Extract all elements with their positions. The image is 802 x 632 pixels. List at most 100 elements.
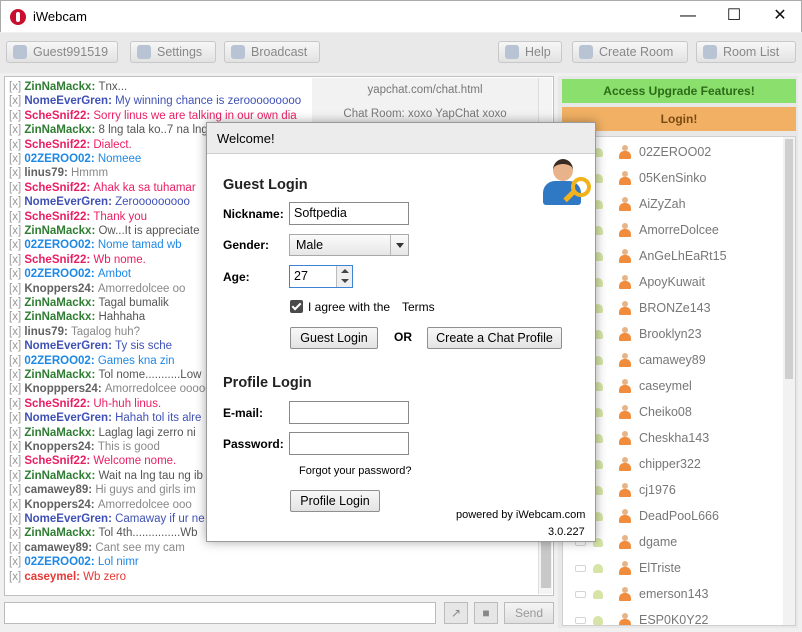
ignore-user-toggle[interactable]: [x] — [9, 196, 24, 208]
stepper-arrows-icon[interactable] — [336, 266, 352, 287]
ignore-user-toggle[interactable]: [x] — [9, 513, 24, 525]
user-list-item[interactable]: camawey89 — [563, 347, 783, 373]
guest-profile-button[interactable]: Guest991519 — [6, 41, 118, 63]
minimize-button[interactable]: — — [665, 1, 711, 32]
user-list-scrollbar[interactable] — [783, 137, 795, 625]
room-list-button[interactable]: Room List — [696, 41, 796, 63]
close-button[interactable]: ✕ — [757, 1, 802, 32]
user-list-item[interactable]: chipper322 — [563, 451, 783, 477]
ignore-user-toggle[interactable]: [x] — [9, 383, 24, 395]
user-list-item[interactable]: cj1976 — [563, 477, 783, 503]
guest-login-button[interactable]: Guest Login — [290, 327, 378, 349]
ignore-user-toggle[interactable]: [x] — [9, 311, 24, 323]
chat-username[interactable]: ZinNaMackx: — [24, 124, 98, 136]
chat-username[interactable]: 02ZEROO02: — [24, 239, 98, 251]
emoticon-button[interactable]: ■ — [474, 602, 498, 624]
ignore-user-toggle[interactable]: [x] — [9, 326, 24, 338]
chat-username[interactable]: ScheSnif22: — [24, 455, 93, 467]
user-list-item[interactable]: AnGeLhEaRt15 — [563, 243, 783, 269]
ignore-user-toggle[interactable]: [x] — [9, 254, 24, 266]
user-list-item[interactable]: 02ZEROO02 — [563, 139, 783, 165]
settings-button[interactable]: Settings — [130, 41, 216, 63]
chat-username[interactable]: ZinNaMackx: — [24, 225, 98, 237]
ignore-user-toggle[interactable]: [x] — [9, 470, 24, 482]
chat-username[interactable]: Knopppers24: — [24, 383, 105, 395]
ignore-user-toggle[interactable]: [x] — [9, 499, 24, 511]
chat-username[interactable]: ZinNaMackx: — [24, 81, 98, 93]
chat-username[interactable]: ZinNaMackx: — [24, 527, 98, 539]
chat-username[interactable]: ScheSnif22: — [24, 182, 93, 194]
user-list-item[interactable]: Brooklyn23 — [563, 321, 783, 347]
chat-username[interactable]: 02ZEROO02: — [24, 355, 98, 367]
chat-username[interactable]: NomeEverGren: — [24, 196, 115, 208]
chat-username[interactable]: NomeEverGren: — [24, 340, 115, 352]
ignore-user-toggle[interactable]: [x] — [9, 167, 24, 179]
ignore-user-toggle[interactable]: [x] — [9, 484, 24, 496]
ignore-user-toggle[interactable]: [x] — [9, 268, 24, 280]
chat-username[interactable]: ScheSnif22: — [24, 211, 93, 223]
ignore-user-toggle[interactable]: [x] — [9, 412, 24, 424]
help-button[interactable]: Help — [498, 41, 562, 63]
broadcast-button[interactable]: Broadcast — [224, 41, 320, 63]
chat-username[interactable]: NomeEverGren: — [24, 412, 115, 424]
chat-username[interactable]: Knoppers24: — [24, 499, 98, 511]
password-field[interactable] — [289, 432, 409, 455]
user-list-item[interactable]: AiZyZah — [563, 191, 783, 217]
ignore-user-toggle[interactable]: [x] — [9, 225, 24, 237]
ignore-user-toggle[interactable]: [x] — [9, 182, 24, 194]
ignore-user-toggle[interactable]: [x] — [9, 95, 24, 107]
chat-username[interactable]: ScheSnif22: — [24, 254, 93, 266]
chat-username[interactable]: ScheSnif22: — [24, 110, 93, 122]
maximize-button[interactable]: ☐ — [711, 1, 757, 32]
user-list-item[interactable]: Cheiko08 — [563, 399, 783, 425]
ignore-user-toggle[interactable]: [x] — [9, 542, 24, 554]
chat-username[interactable]: camawey89: — [24, 542, 95, 554]
ignore-user-toggle[interactable]: [x] — [9, 527, 24, 539]
upgrade-banner[interactable]: Access Upgrade Features! — [562, 79, 796, 103]
user-list-item[interactable]: AmorreDolcee — [563, 217, 783, 243]
forgot-password-link[interactable]: Forgot your password? — [299, 465, 412, 477]
ignore-user-toggle[interactable]: [x] — [9, 455, 24, 467]
nickname-field[interactable]: Softpedia — [289, 202, 409, 225]
chat-username[interactable]: Knoppers24: — [24, 441, 98, 453]
chat-username[interactable]: caseymel: — [24, 571, 83, 583]
user-list-item[interactable]: ApoyKuwait — [563, 269, 783, 295]
ignore-user-toggle[interactable]: [x] — [9, 81, 24, 93]
user-list-item[interactable]: BRONZe143 — [563, 295, 783, 321]
agree-checkbox[interactable] — [290, 300, 303, 313]
ignore-user-toggle[interactable]: [x] — [9, 369, 24, 381]
create-room-button[interactable]: Create Room — [572, 41, 688, 63]
user-list-item[interactable]: 05KenSinko — [563, 165, 783, 191]
chat-username[interactable]: 02ZEROO02: — [24, 153, 98, 165]
ignore-user-toggle[interactable]: [x] — [9, 239, 24, 251]
ignore-user-toggle[interactable]: [x] — [9, 441, 24, 453]
chat-username[interactable]: linus79: — [24, 326, 71, 338]
chat-username[interactable]: ZinNaMackx: — [24, 369, 98, 381]
chat-username[interactable]: ScheSnif22: — [24, 398, 93, 410]
user-list-item[interactable]: emerson143 — [563, 581, 783, 607]
email-field[interactable] — [289, 401, 409, 424]
chat-username[interactable]: linus79: — [24, 167, 71, 179]
user-list-item[interactable]: Cheskha143 — [563, 425, 783, 451]
ignore-user-toggle[interactable]: [x] — [9, 398, 24, 410]
user-list-item[interactable]: dgame — [563, 529, 783, 555]
ignore-user-toggle[interactable]: [x] — [9, 124, 24, 136]
ignore-user-toggle[interactable]: [x] — [9, 556, 24, 568]
chat-username[interactable]: ZinNaMackx: — [24, 427, 98, 439]
user-list-item[interactable]: ESP0K0Y22 — [563, 607, 783, 625]
chat-username[interactable]: ZinNaMackx: — [24, 311, 98, 323]
ignore-user-toggle[interactable]: [x] — [9, 571, 24, 583]
ignore-user-toggle[interactable]: [x] — [9, 297, 24, 309]
chat-username[interactable]: ZinNaMackx: — [24, 297, 98, 309]
ignore-user-toggle[interactable]: [x] — [9, 355, 24, 367]
gender-select[interactable]: Male — [289, 234, 409, 256]
user-list-item[interactable]: ElTriste — [563, 555, 783, 581]
user-list-scrollbar-thumb[interactable] — [785, 139, 793, 379]
ignore-user-toggle[interactable]: [x] — [9, 153, 24, 165]
chat-username[interactable]: NomeEverGren: — [24, 513, 115, 525]
ignore-user-toggle[interactable]: [x] — [9, 283, 24, 295]
ignore-user-toggle[interactable]: [x] — [9, 427, 24, 439]
chat-username[interactable]: 02ZEROO02: — [24, 556, 98, 568]
chat-username[interactable]: 02ZEROO02: — [24, 268, 98, 280]
user-list-item[interactable]: caseymel — [563, 373, 783, 399]
